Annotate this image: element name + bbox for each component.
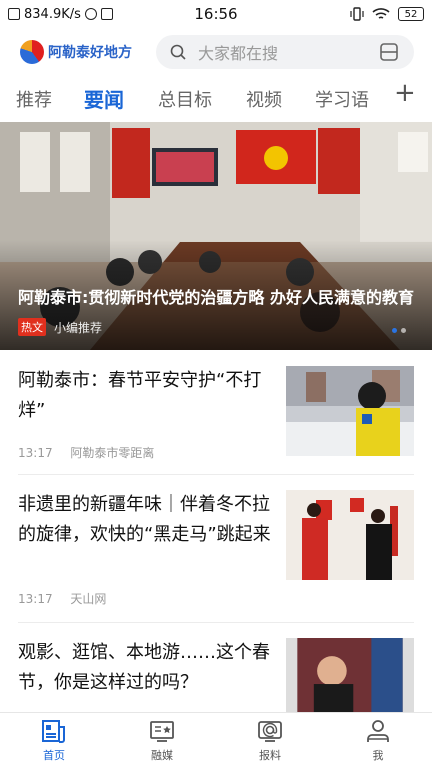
tab-study[interactable]: 学习语 [315,86,369,112]
news-time: 13:17 [18,592,53,606]
search-input[interactable]: 大家都在搜 [198,40,378,64]
report-icon [258,721,282,742]
carousel-dot [401,328,406,333]
news-item[interactable]: 观影、逛馆、本地游……这个春节，你是这样过的吗？ [18,638,414,712]
news-thumbnail[interactable] [286,490,414,580]
nav-home-label: 首页 [43,749,65,762]
news-home-icon [42,720,65,743]
notification-icon [8,8,20,20]
news-meta: 13:17 阿勒泰市零距离 [18,444,154,461]
news-time: 13:17 [18,446,53,460]
sync-icon [84,8,97,20]
news-source: 天山网 [70,592,107,606]
search-icon [170,44,186,60]
scan-icon[interactable] [378,41,400,63]
nav-me-label: 我 [372,749,384,762]
news-thumbnail[interactable] [286,638,414,712]
news-title[interactable]: 阿勒泰市：春节平安守护“不打烊” [18,366,273,426]
search-bar[interactable]: 大家都在搜 [156,35,414,69]
hero-source: 小编推荐 [54,320,103,335]
news-item[interactable]: 阿勒泰市：春节平安守护“不打烊” 13:17 阿勒泰市零距离 [18,366,414,466]
logo-mark-icon [20,40,44,64]
nav-report-label: 报料 [259,749,281,762]
carousel-dot-active [392,328,397,333]
news-item[interactable]: 非遗里的新疆年味｜伴着冬不拉的旋律，欢快的“黑走马”跳起来 13:17 天山网 [18,490,414,610]
status-right: 52 [350,7,424,21]
hot-badge: 热文 [18,318,46,336]
news-source: 阿勒泰市零距离 [70,446,155,460]
news-title[interactable]: 非遗里的新疆年味｜伴着冬不拉的旋律，欢快的“黑走马”跳起来 [18,490,273,550]
tab-general-goal[interactable]: 总目标 [158,86,212,112]
vibrate-icon [350,7,364,21]
channel-tabs: 推荐 要闻 总目标 视频 学习语 + [0,78,432,114]
app-logo[interactable]: 阿勒泰好地方 [20,40,150,64]
media-icon [150,721,174,742]
divider [18,474,414,475]
nav-home[interactable]: 首页 [24,719,84,763]
tab-recommend[interactable]: 推荐 [16,86,52,112]
user-icon [367,720,389,742]
app-name: 阿勒泰好地方 [48,45,132,61]
nav-report[interactable]: 报料 [240,719,300,763]
app-notification-icon [100,8,113,20]
status-bar: 834.9K/s 16:56 52 [0,0,432,28]
news-meta: 13:17 天山网 [18,590,106,607]
hero-banner[interactable] [0,122,432,350]
network-speed: 834.9K/s [24,6,81,22]
nav-media-label: 融媒 [151,749,173,762]
add-channel-button[interactable]: + [394,78,416,108]
tab-headlines[interactable]: 要闻 [84,84,124,113]
news-thumbnail[interactable] [286,366,414,456]
hero-title[interactable]: 阿勒泰市:贯彻新时代党的治疆方略 办好人民满意的教育 [18,284,418,308]
carousel-dots [392,328,406,333]
nav-media[interactable]: 融媒 [132,719,192,763]
battery-icon: 52 [398,7,424,21]
wifi-icon [372,8,390,19]
status-left: 834.9K/s [8,7,350,22]
hero-meta: 热文 小编推荐 [18,318,102,336]
divider [18,622,414,623]
app-header: 阿勒泰好地方 大家都在搜 [0,32,432,72]
news-title[interactable]: 观影、逛馆、本地游……这个春节，你是这样过的吗？ [18,638,273,698]
tab-video[interactable]: 视频 [246,86,282,112]
bottom-nav: 首页 融媒 报料 我 [0,712,432,768]
nav-me[interactable]: 我 [348,719,408,763]
